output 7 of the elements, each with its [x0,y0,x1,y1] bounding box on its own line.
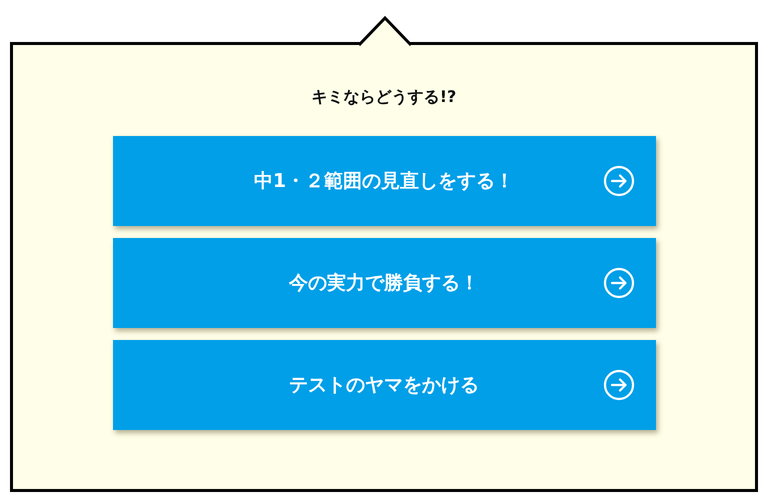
arrow-circle-icon [602,165,634,197]
choice-button[interactable]: 中1・２範囲の見直しをする！ [112,136,656,226]
arrow-circle-icon [602,369,634,401]
arrow-circle-icon [602,267,634,299]
choice-button[interactable]: テストのヤマをかける [112,340,656,430]
choice-button[interactable]: 今の実力で勝負する！ [112,238,656,328]
question-title: キミならどうする!? [310,86,458,108]
